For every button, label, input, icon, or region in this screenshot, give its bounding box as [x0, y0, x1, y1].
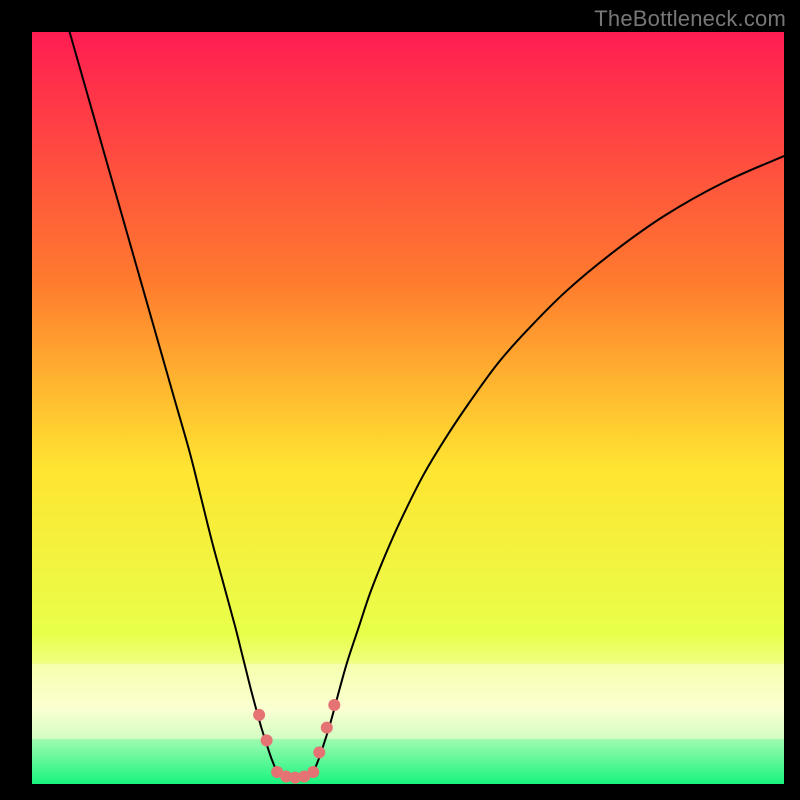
dot-right-2: [328, 699, 340, 711]
watermark-text: TheBottleneck.com: [594, 6, 786, 32]
dot-right-1: [321, 722, 333, 734]
dot-left-0: [253, 709, 265, 721]
outer-frame: TheBottleneck.com: [0, 0, 800, 800]
dot-trough-4: [307, 766, 319, 778]
chart-plot-area: [32, 32, 784, 784]
pale-band: [32, 664, 784, 739]
dot-left-1: [261, 734, 273, 746]
dot-right-0: [313, 746, 325, 758]
chart-svg: [32, 32, 784, 784]
